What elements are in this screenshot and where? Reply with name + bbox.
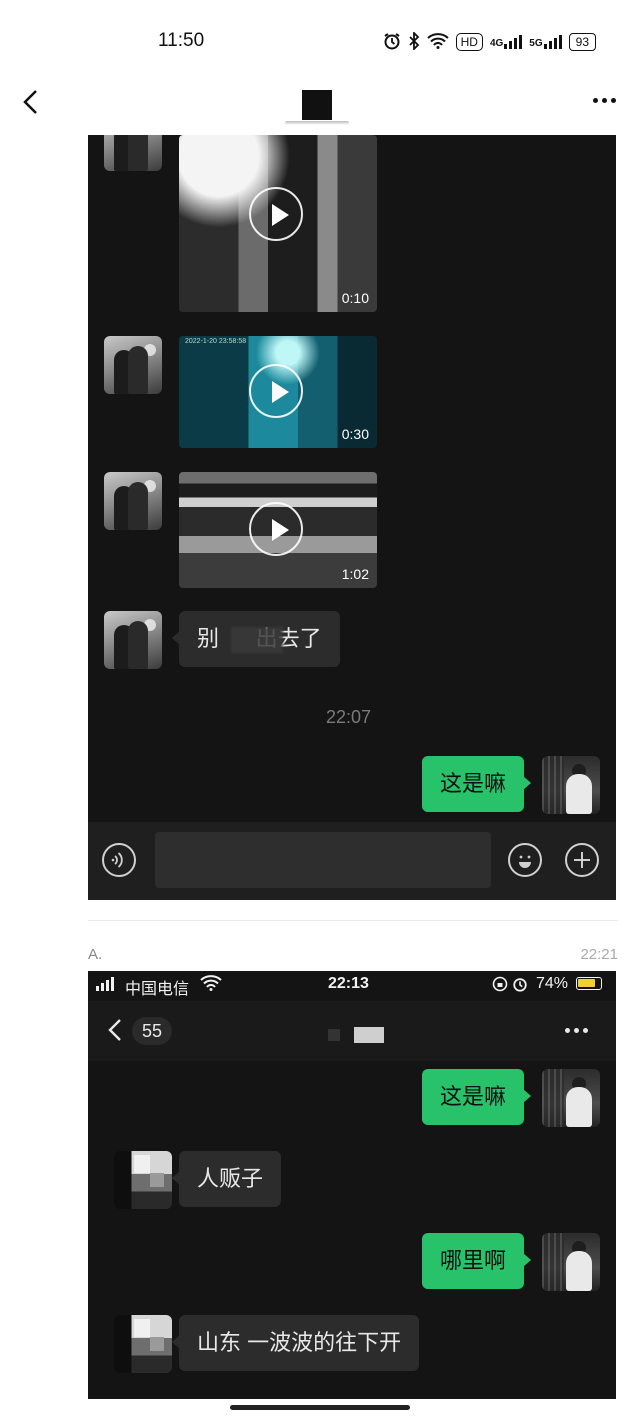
battery-charging-icon	[576, 977, 602, 990]
message-bubble-outgoing[interactable]: 这是嘛	[421, 1069, 532, 1125]
redaction-mosaic	[231, 627, 283, 653]
home-indicator	[230, 1405, 410, 1410]
contact-avatar[interactable]	[104, 336, 162, 394]
redacted-title	[302, 90, 332, 120]
more-dots-icon	[565, 1028, 570, 1033]
chat-screenshot-2: 中国电信 22:13 74% 55 这是嘛 人贩子 哪里啊 山东 一波波的往下开	[88, 971, 616, 1399]
chat-screenshot-1: 0:10 2022-1-20 23:58:58 0:30 1:02 别 出去了 …	[88, 135, 616, 900]
inner-more-button[interactable]	[565, 1028, 588, 1033]
inner-time: 22:13	[328, 975, 369, 992]
status-icons: HD 4G 5G 93	[383, 30, 596, 54]
voice-icon	[111, 852, 123, 868]
inner-back-button[interactable]	[106, 1017, 126, 1048]
chevron-left-icon	[23, 90, 37, 114]
contact-avatar-mosaic[interactable]	[114, 1315, 172, 1373]
contact-avatar[interactable]	[104, 472, 162, 530]
inner-status-bar: 中国电信 22:13 74%	[88, 971, 616, 1001]
battery-indicator: 93	[568, 33, 596, 51]
video-message[interactable]: 0:10	[179, 135, 377, 312]
lock-rotation-icon	[492, 976, 508, 997]
my-avatar[interactable]	[542, 1233, 600, 1291]
message-bubble-incoming[interactable]: 山东 一波波的往下开	[171, 1315, 420, 1371]
back-button[interactable]	[18, 88, 46, 116]
signal-4g-icon: 4G	[490, 35, 523, 49]
plus-button[interactable]	[565, 843, 599, 877]
plus-icon	[573, 852, 590, 868]
signal-5g-icon: 5G	[529, 35, 562, 49]
signal-icon	[96, 977, 114, 991]
more-button[interactable]	[593, 98, 616, 103]
divider	[88, 920, 618, 921]
wifi-icon	[426, 32, 449, 52]
bluetooth-icon	[408, 30, 420, 53]
voice-button[interactable]	[102, 843, 136, 877]
video-message[interactable]: 2022-1-20 23:58:58 0:30	[179, 336, 377, 448]
message-input[interactable]	[155, 832, 491, 888]
my-avatar[interactable]	[542, 756, 600, 814]
chat-input-bar	[88, 822, 616, 900]
chevron-left-icon	[108, 1019, 121, 1041]
unread-count[interactable]: 55	[132, 1017, 173, 1045]
play-icon	[249, 502, 303, 556]
alarm-icon	[383, 32, 401, 53]
hd-badge: HD	[455, 33, 483, 51]
sender-name: A.	[88, 946, 103, 963]
emoji-icon	[518, 855, 531, 868]
emoji-button[interactable]	[508, 843, 542, 877]
video-timestamp: 2022-1-20 23:58:58	[185, 338, 247, 345]
message-bubble-incoming[interactable]: 人贩子	[171, 1151, 282, 1207]
redacted-title-part	[328, 1029, 340, 1041]
play-icon	[249, 187, 303, 241]
contact-avatar-mosaic[interactable]	[114, 1151, 172, 1209]
wifi-icon	[200, 975, 222, 996]
contact-avatar[interactable]	[104, 611, 162, 669]
video-duration: 0:30	[341, 426, 369, 442]
message-bubble-outgoing[interactable]: 哪里啊	[421, 1233, 532, 1289]
video-duration: 0:10	[341, 290, 369, 306]
message-bubble-outgoing[interactable]: 这是嘛	[421, 756, 532, 812]
redacted-title-part	[354, 1027, 384, 1043]
video-duration: 1:02	[341, 566, 369, 582]
my-avatar[interactable]	[542, 1069, 600, 1127]
carrier-name: 中国电信	[125, 981, 190, 998]
play-icon	[249, 364, 303, 418]
title-underline	[285, 121, 349, 125]
video-message[interactable]: 1:02	[179, 472, 377, 588]
contact-avatar[interactable]	[104, 135, 162, 171]
more-dots-icon	[593, 98, 598, 103]
status-time: 11:50	[158, 30, 205, 51]
post-time: 22:21	[580, 946, 618, 963]
inner-nav-bar: 55	[88, 1001, 616, 1061]
chat-timestamp: 22:07	[326, 707, 372, 727]
battery-percent: 74%	[536, 975, 569, 992]
alarm-icon	[512, 976, 528, 997]
